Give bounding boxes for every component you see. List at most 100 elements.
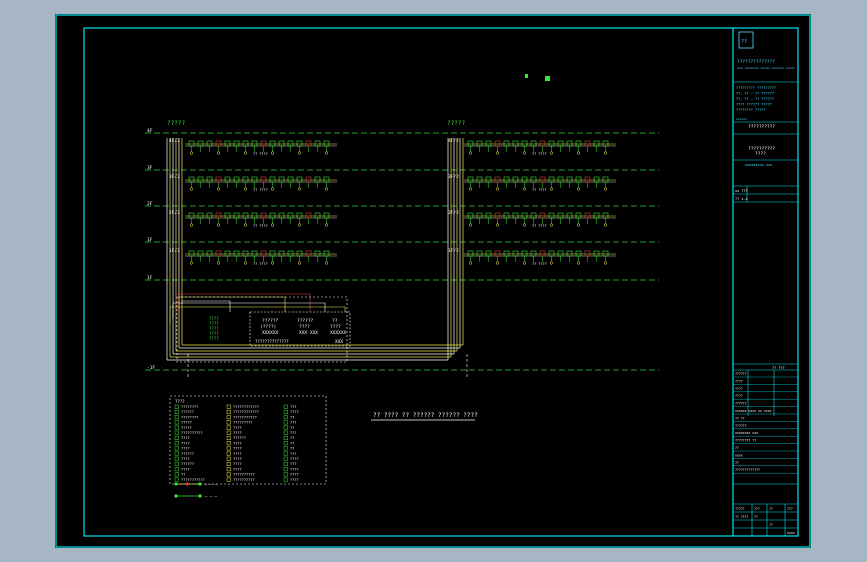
left-device-2-15 xyxy=(323,212,330,219)
legend-label-0-4: ????? xyxy=(181,426,192,430)
stamp-caption: xxxxxx xyxy=(736,117,747,121)
right-device-2-2 xyxy=(485,212,492,219)
revision-table: ???????????????????????? xxxxxx xxxx xx x… xyxy=(733,372,798,474)
legend-symbol-1-6 xyxy=(226,435,231,440)
left-device-1-7 xyxy=(251,176,258,183)
company-logo-text: ?? xyxy=(741,39,747,45)
legend-symbol-2-2 xyxy=(283,415,288,420)
left-device-0-1 xyxy=(197,140,204,147)
left-device-2-3 xyxy=(215,212,222,219)
left-device-0-8 xyxy=(260,140,267,147)
legend-symbol-0-0 xyxy=(174,404,179,409)
right-device-2-15 xyxy=(602,212,609,219)
right-device-1-15 xyxy=(602,176,609,183)
panel-3-sub: ???? xyxy=(330,324,341,330)
right-device-0-13 xyxy=(584,140,591,147)
legend-label-1-3: ????????? xyxy=(233,421,252,425)
right-device-3-0 xyxy=(467,250,474,257)
legend-label-2-10: ???? xyxy=(290,457,299,461)
right-device-0-2 xyxy=(485,140,492,147)
left-device-node-3-3 xyxy=(216,261,221,265)
left-device-node-3-6 xyxy=(243,261,248,265)
left-device-node-0-12 xyxy=(297,151,302,155)
right-floor-ref-0: ?? ???? xyxy=(532,152,547,156)
right-device-2-1 xyxy=(476,212,483,219)
cr-left-item-4: ???? xyxy=(209,336,219,341)
left-floor-row-2: 2F/2 ?? ???? xyxy=(169,210,337,228)
left-device-3-1 xyxy=(197,250,204,257)
legend-symbol-2-5 xyxy=(283,430,288,435)
right-device-2-8 xyxy=(539,212,546,219)
right-floor-ref-3: ?? ???? xyxy=(532,262,547,266)
right-device-2-6 xyxy=(521,212,528,219)
right-device-node-1-15 xyxy=(603,187,608,191)
left-device-1-6 xyxy=(242,176,249,183)
left-device-2-0 xyxy=(188,212,195,219)
legend-symbol-2-9 xyxy=(283,451,288,456)
left-device-node-3-12 xyxy=(297,261,302,265)
right-device-node-1-3 xyxy=(495,187,500,191)
footer-cell-5: ?? xyxy=(754,515,758,519)
right-device-0-0 xyxy=(467,140,474,147)
right-device-node-0-0 xyxy=(468,151,473,155)
right-device-node-0-6 xyxy=(522,151,527,155)
left-device-1-10 xyxy=(278,176,285,183)
legend-symbol-2-7 xyxy=(283,441,288,446)
legend-label-1-5: ???? xyxy=(233,431,242,435)
right-device-1-11 xyxy=(566,176,573,183)
legend-symbol-0-6 xyxy=(174,435,179,440)
cr-wire-2 xyxy=(178,296,286,312)
left-device-3-4 xyxy=(224,250,231,257)
right-device-0-12 xyxy=(575,140,582,147)
left-device-node-2-3 xyxy=(216,223,221,227)
right-device-0-5 xyxy=(512,140,519,147)
left-device-node-1-6 xyxy=(243,187,248,191)
legend-symbol-2-6 xyxy=(283,435,288,440)
panel-3-code: ?? xyxy=(332,318,338,324)
right-device-1-7 xyxy=(530,176,537,183)
revision-row-11: xxxx xyxy=(735,453,743,457)
right-device-2-9 xyxy=(548,212,555,219)
left-device-node-2-0 xyxy=(189,223,194,227)
left-device-1-11 xyxy=(287,176,294,183)
left-device-2-4 xyxy=(224,212,231,219)
left-device-1-5 xyxy=(233,176,240,183)
right-device-node-3-0 xyxy=(468,261,473,265)
drawing-name: ?????????? xyxy=(748,124,775,130)
right-device-2-7 xyxy=(530,212,537,219)
right-device-3-3 xyxy=(494,250,501,257)
right-device-node-2-9 xyxy=(549,223,554,227)
legend-symbol-1-10 xyxy=(226,456,231,461)
legend-symbol-0-11 xyxy=(174,461,179,466)
legend-label-2-14: ???? xyxy=(290,478,299,482)
revision-row-3: ???? xyxy=(735,394,743,398)
left-device-node-0-3 xyxy=(216,151,221,155)
left-floor-label-3: 1F/2 xyxy=(169,248,180,254)
footer-cell-0: ????? xyxy=(735,507,745,511)
left-device-0-4 xyxy=(224,140,231,147)
left-device-0-14 xyxy=(314,140,321,147)
right-device-2-12 xyxy=(575,212,582,219)
legend-symbol-0-3 xyxy=(174,420,179,425)
right-device-0-3 xyxy=(494,140,501,147)
left-device-3-15 xyxy=(323,250,330,257)
left-device-0-13 xyxy=(305,140,312,147)
legend-label-1-0: ???????????? xyxy=(233,405,259,409)
legend-symbol-1-14 xyxy=(226,477,231,482)
left-floor-ref-2: ?? ???? xyxy=(253,224,268,228)
level-label-5: -1F xyxy=(147,365,155,371)
right-floor-label-3: 1F/2 xyxy=(448,248,459,254)
right-device-1-2 xyxy=(485,176,492,183)
legend-label-0-8: ???? xyxy=(181,447,190,451)
left-device-node-1-15 xyxy=(324,187,329,191)
legend-box xyxy=(169,395,327,485)
mark-2 xyxy=(545,76,550,81)
legend-symbol-1-2 xyxy=(226,415,231,420)
left-device-node-3-0 xyxy=(189,261,194,265)
right-device-0-8 xyxy=(539,140,546,147)
right-device-1-3 xyxy=(494,176,501,183)
legend-symbol-2-14 xyxy=(283,477,288,482)
legend-label-2-5: ??? xyxy=(290,431,297,435)
control-room-strip: ?????????????? xyxy=(255,339,289,344)
legend-label-0-6: ???? xyxy=(181,436,190,440)
